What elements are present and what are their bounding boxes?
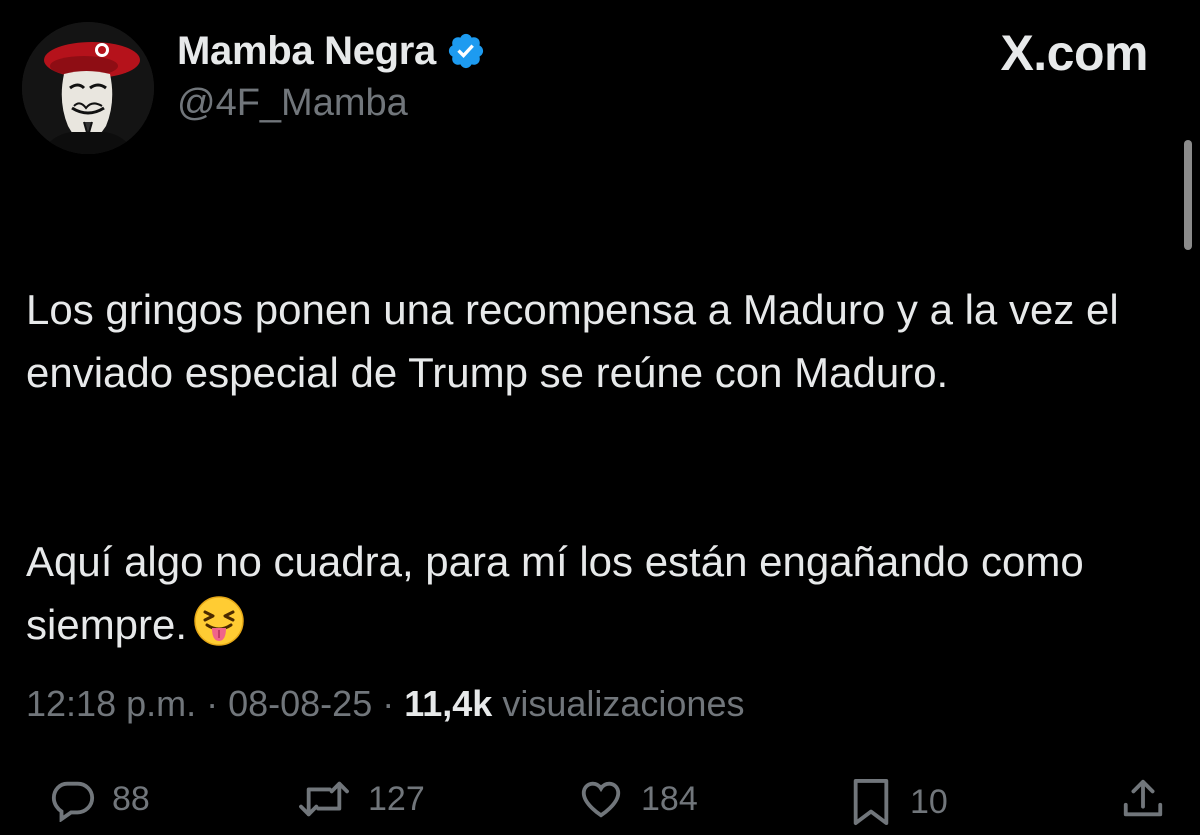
- heart-icon: [581, 781, 621, 818]
- tweet-paragraph-with-emoji: Aquí algo no cuadra, para mí los están e…: [26, 530, 1176, 664]
- tweet: Mamba Negra @4F_Mamba X.com Los gringos …: [0, 0, 1200, 835]
- author-handle[interactable]: @4F_Mamba: [177, 82, 408, 125]
- reply-count: 88: [112, 779, 150, 818]
- meta-separator: ·: [206, 683, 219, 724]
- squinting-face-with-tongue-icon: [193, 595, 245, 664]
- tweet-paragraph: Aquí algo no cuadra, para mí los están e…: [26, 538, 1084, 648]
- verified-badge-icon[interactable]: [446, 31, 486, 71]
- views-label: visualizaciones: [502, 683, 745, 724]
- reply-icon: [51, 781, 95, 822]
- tweet-date[interactable]: 08-08-25: [228, 683, 372, 725]
- tweet-time[interactable]: 12:18 p.m.: [26, 683, 196, 725]
- reply-button[interactable]: 88: [50, 776, 150, 822]
- bookmark-icon: [853, 779, 889, 825]
- site-watermark: X.com: [1000, 25, 1148, 81]
- tweet-meta: 12:18 p.m. · 08-08-25 · 11,4k visualizac…: [26, 683, 744, 725]
- repost-button[interactable]: 127: [296, 776, 425, 822]
- meta-separator: ·: [382, 683, 395, 724]
- display-name-row: Mamba Negra: [177, 28, 486, 74]
- like-count: 184: [641, 779, 698, 818]
- views-count: 11,4k: [404, 683, 493, 724]
- scrollbar[interactable]: [1184, 140, 1192, 250]
- action-bar: 88 127 184 10: [0, 770, 1200, 834]
- like-button[interactable]: 184: [577, 776, 698, 822]
- repost-count: 127: [368, 779, 425, 818]
- share-icon: [1123, 779, 1163, 817]
- bookmark-button[interactable]: 10: [848, 776, 948, 828]
- anonymous-mask-avatar-icon: [22, 22, 154, 154]
- tweet-text: Los gringos ponen una recompensa a Madur…: [26, 215, 1176, 727]
- tweet-paragraph: Los gringos ponen una recompensa a Madur…: [26, 286, 1119, 396]
- repost-icon: [299, 781, 349, 817]
- avatar[interactable]: [22, 22, 154, 154]
- display-name[interactable]: Mamba Negra: [177, 29, 436, 74]
- share-button[interactable]: [1120, 776, 1166, 822]
- bookmark-count: 10: [910, 782, 948, 821]
